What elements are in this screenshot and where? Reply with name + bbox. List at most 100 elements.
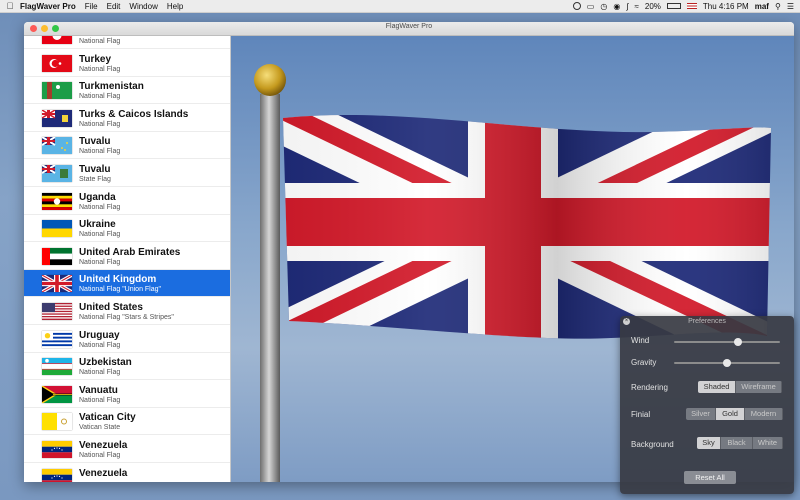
flag-name: Tuvalu — [79, 136, 111, 148]
wifi-icon[interactable]: ≈ — [635, 2, 639, 11]
wind-slider-knob[interactable] — [733, 338, 742, 346]
flag-list-item[interactable]: Vatican City Vatican State — [24, 408, 230, 436]
menu-help[interactable]: Help — [167, 2, 183, 11]
flag-list-item[interactable]: Vanuatu National Flag — [24, 381, 230, 408]
preferences-title: Preferences — [688, 318, 726, 325]
flag-list-item[interactable]: Turks & Caicos Islands National Flag — [24, 105, 230, 132]
flag-subtitle: National Flag — [79, 38, 121, 45]
flag-thumbnail-icon — [42, 247, 72, 265]
flag-thumbnail-icon — [42, 220, 72, 238]
flag-name: Uzbekistan — [79, 357, 132, 369]
bluetooth-icon[interactable]: ∫ — [626, 2, 628, 11]
flag-name: Vatican City — [79, 412, 136, 424]
gravity-label: Gravity — [631, 358, 657, 367]
rendering-segmented-control[interactable]: Shaded Wireframe — [698, 381, 782, 393]
flag-list-item[interactable]: Turkmenistan National Flag — [24, 77, 230, 105]
flag-name: Uruguay — [79, 329, 120, 341]
flag-list-item[interactable]: Tuvalu State Flag — [24, 160, 230, 187]
background-segmented-control[interactable]: Sky Black White — [697, 437, 783, 449]
menu-edit[interactable]: Edit — [107, 2, 121, 11]
reset-all-button[interactable]: Reset All — [684, 471, 736, 484]
flag-list-item[interactable]: Turkey National Flag — [24, 50, 230, 77]
apple-menu-icon[interactable]:  — [0, 1, 20, 11]
menubar-clock[interactable]: Thu 4:16 PM — [703, 2, 749, 11]
time-machine-icon[interactable]: ◷ — [600, 2, 607, 11]
flag-thumbnail-icon — [42, 109, 72, 127]
flag-thumbnail-icon — [42, 137, 72, 155]
flag-subtitle: National Flag — [79, 396, 121, 404]
background-sky-option[interactable]: Sky — [697, 437, 721, 449]
flag-name: United Arab Emirates — [79, 246, 181, 258]
flag-subtitle: National Flag "Union Flag" — [79, 286, 162, 294]
search-icon[interactable]: ⚲ — [775, 2, 781, 11]
background-label: Background — [631, 440, 674, 449]
battery-percent[interactable]: 20% — [645, 2, 661, 11]
battery-icon[interactable] — [666, 3, 681, 9]
status-area: ▭ ◷ ◉ ∫ ≈ 20% Thu 4:16 PM maf ⚲ ☰ — [572, 0, 794, 12]
flag-subtitle: State Flag — [79, 176, 111, 183]
flag-thumbnail-icon — [42, 36, 72, 44]
user-name[interactable]: maf — [755, 2, 769, 11]
flag-thumbnail-icon — [42, 358, 72, 376]
flag-subtitle: National Flag — [79, 65, 121, 73]
input-source-flag-icon[interactable] — [686, 3, 697, 9]
gravity-slider[interactable] — [674, 359, 780, 367]
app-menu[interactable]: FlagWaver Pro — [20, 2, 76, 11]
finial-modern-option[interactable]: Modern — [745, 408, 783, 420]
finial-gold-option[interactable]: Gold — [716, 408, 745, 420]
flag-list-item[interactable]: United States National Flag "Stars & Stri… — [24, 298, 230, 325]
rendering-label: Rendering — [631, 383, 668, 392]
flag-list-item[interactable]: United Arab Emirates National Flag — [24, 243, 230, 270]
flag-list-item[interactable]: Uruguay National Flag — [24, 326, 230, 353]
flag-name: Venezuela — [79, 440, 128, 451]
lock-icon[interactable]: ◉ — [613, 2, 620, 11]
flag-list-item[interactable]: United Kingdom National Flag "Union Flag" — [24, 270, 230, 298]
status-icon[interactable] — [572, 2, 581, 10]
flag-thumbnail-icon — [42, 54, 72, 72]
notification-center-icon[interactable]: ☰ — [787, 2, 794, 11]
flag-thumbnail-icon — [42, 330, 72, 348]
preferences-panel: × Preferences Wind Gravity Rendering Sha… — [620, 316, 794, 494]
rendering-shaded-option[interactable]: Shaded — [698, 381, 736, 393]
flag-name: Turkey — [79, 53, 112, 65]
flag-name: Turkmenistan — [79, 81, 144, 93]
gravity-slider-knob[interactable] — [723, 359, 731, 367]
menu-bar:  FlagWaver Pro File Edit Window Help ▭ … — [0, 0, 800, 13]
flag-name: Uganda — [79, 191, 116, 203]
flag-pole — [260, 94, 280, 482]
flag-name: Turks & Caicos Islands — [79, 108, 189, 120]
flag-name: Tuvalu — [79, 164, 111, 175]
flag-subtitle: National Flag — [79, 93, 121, 101]
flag-subtitle: National Flag — [79, 341, 121, 349]
flag-list-item[interactable]: Tuvalu National Flag — [24, 132, 230, 160]
wind-slider[interactable] — [674, 338, 780, 346]
rendering-wireframe-option[interactable]: Wireframe — [736, 381, 782, 393]
flag-list-item[interactable]: Ukraine National Flag — [24, 215, 230, 243]
flag-subtitle: National Flag — [79, 452, 121, 459]
finial-silver-option[interactable]: Silver — [686, 408, 716, 420]
finial-label: Finial — [631, 410, 651, 419]
flag-subtitle: National Flag — [79, 120, 121, 128]
flag-subtitle: National Flag — [79, 258, 121, 266]
background-black-option[interactable]: Black — [721, 437, 753, 449]
flag-thumbnail-icon — [42, 468, 72, 482]
menu-file[interactable]: File — [85, 2, 98, 11]
flag-list-item[interactable]: Venezuela National Flag — [24, 436, 230, 463]
flag-thumbnail-icon — [42, 413, 72, 431]
flag-list-item[interactable]: Venezuela — [24, 464, 230, 482]
finial-segmented-control[interactable]: Silver Gold Modern — [686, 408, 783, 420]
flag-thumbnail-icon — [42, 385, 72, 403]
flag-list-item[interactable]: National Flag — [24, 36, 230, 49]
flag-list[interactable]: National Flag Turkey National Flag Turkmeni… — [24, 36, 231, 482]
background-white-option[interactable]: White — [753, 437, 783, 449]
flag-subtitle: National Flag — [79, 203, 121, 211]
menu-window[interactable]: Window — [129, 2, 157, 11]
flag-list-item[interactable]: Uganda National Flag — [24, 188, 230, 215]
flag-subtitle: National Flag "Stars & Stripes" — [79, 314, 174, 321]
airplay-icon[interactable]: ▭ — [587, 2, 595, 11]
flag-list-item[interactable]: Uzbekistan National Flag — [24, 353, 230, 381]
flag-name: Venezuela — [79, 467, 128, 479]
flag-name: Ukraine — [79, 219, 116, 231]
title-bar[interactable]: FlagWaver Pro — [24, 22, 794, 36]
flag-thumbnail-icon — [42, 441, 72, 458]
